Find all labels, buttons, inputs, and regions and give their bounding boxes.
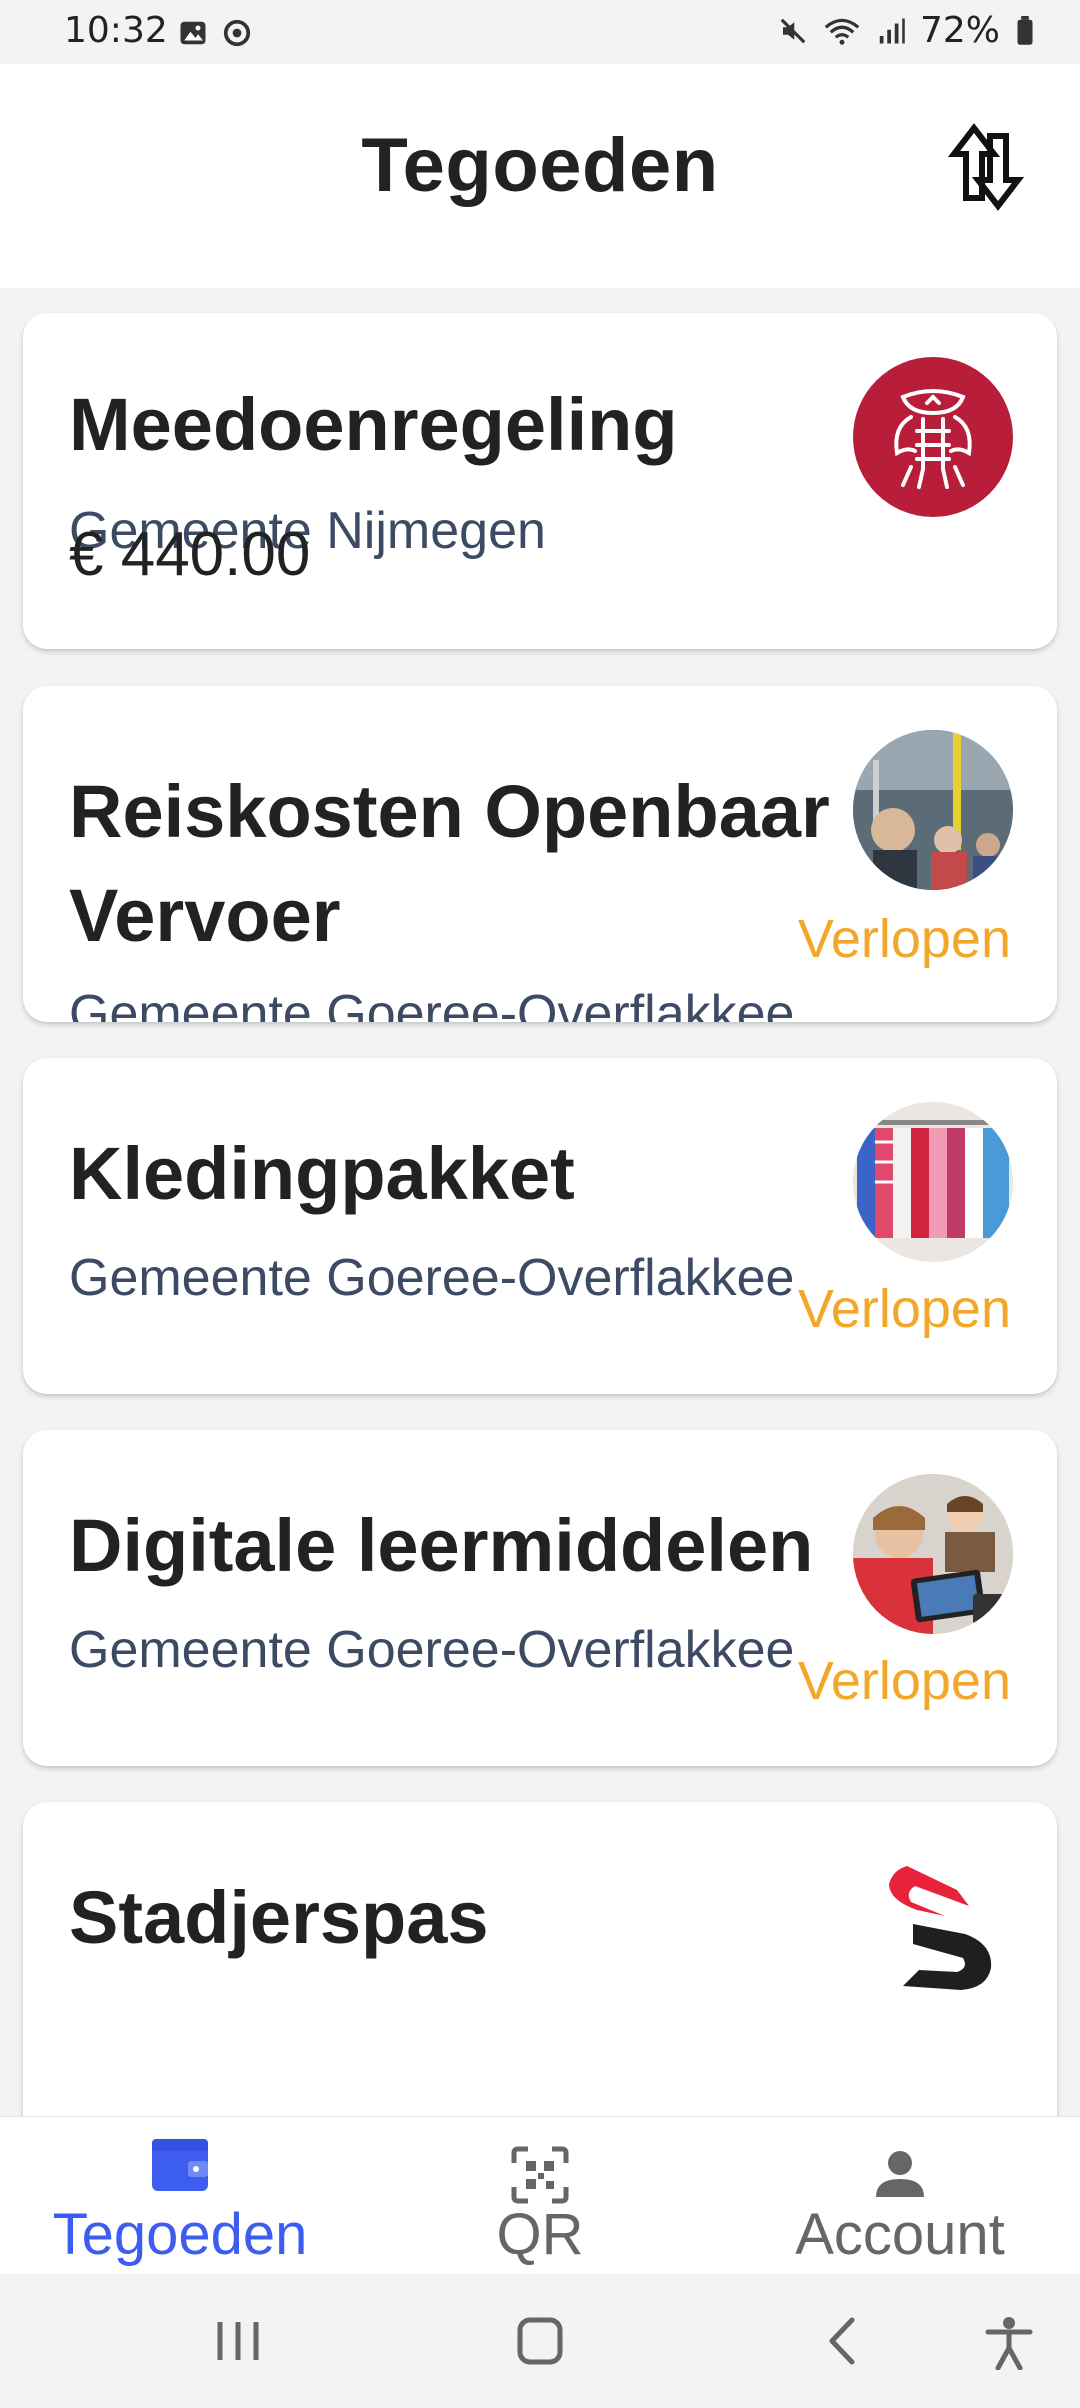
gemeente-nijmegen-logo: [853, 357, 1013, 517]
voucher-card-stadjerspas[interactable]: Stadjerspas: [23, 1802, 1057, 2142]
notification-icons: [178, 18, 252, 48]
signal-icon: [879, 18, 905, 43]
card-subtitle: Gemeente Goeree-Overflakkee: [69, 985, 795, 1022]
battery-level: 72%: [919, 10, 1000, 51]
voucher-card-meedoenregeling[interactable]: Meedoenregeling Gemeente Nijmegen € 440.…: [23, 313, 1057, 649]
card-title: Meedoenregeling: [69, 383, 678, 466]
accessibility-icon[interactable]: [984, 2316, 1034, 2370]
system-navigation-bar: [0, 2274, 1080, 2408]
gallery-icon: [180, 21, 206, 45]
back-icon[interactable]: [818, 2316, 866, 2366]
nav-label: Account: [795, 2202, 1005, 2267]
person-icon: [876, 2151, 924, 2197]
nav-label: Tegoeden: [52, 2202, 308, 2267]
sort-arrows-icon: [947, 123, 1025, 211]
status-bar: 10:32 72%: [0, 0, 1080, 64]
status-badge: Verlopen: [797, 1651, 1011, 1711]
sync-icon: [223, 19, 251, 47]
home-icon[interactable]: [514, 2316, 566, 2366]
children-tablets-photo: [853, 1474, 1013, 1634]
recent-apps-icon[interactable]: [210, 2316, 266, 2366]
clothing-rack-photo: [853, 1102, 1013, 1262]
voucher-card-reiskosten[interactable]: Reiskosten Openbaar Vervoer Gemeente Goe…: [23, 686, 1057, 1022]
voucher-card-kledingpakket[interactable]: Kledingpakket Gemeente Goeree-Overflakke…: [23, 1058, 1057, 1394]
card-subtitle: Gemeente Goeree-Overflakkee: [69, 1621, 795, 1679]
sort-button[interactable]: [946, 122, 1026, 212]
card-amount: € 440.00: [69, 520, 311, 589]
card-subtitle: Gemeente Goeree-Overflakkee: [69, 1249, 795, 1307]
status-time: 10:32: [64, 10, 168, 51]
status-badge: Verlopen: [797, 1279, 1011, 1339]
stadjerspas-logo: [853, 1846, 1013, 2006]
wallet-icon: [152, 2139, 208, 2191]
nav-tab-qr[interactable]: QR: [360, 2117, 720, 2275]
public-transport-photo: [853, 730, 1013, 890]
system-icons: 72%: [778, 10, 1036, 51]
qr-scan-icon: [511, 2146, 569, 2204]
nav-label: QR: [496, 2202, 584, 2267]
nav-tab-tegoeden[interactable]: Tegoeden: [0, 2117, 360, 2275]
card-title: Kledingpakket: [69, 1132, 575, 1215]
bottom-navigation: Tegoeden QR Account: [0, 2116, 1080, 2275]
card-title: Stadjerspas: [69, 1876, 489, 1959]
mute-icon: [780, 18, 806, 43]
battery-icon: [1017, 15, 1033, 45]
app-header: Tegoeden: [0, 64, 1080, 288]
wifi-icon: [824, 18, 860, 45]
page-title: Tegoeden: [361, 123, 719, 208]
status-badge: Verlopen: [797, 909, 1011, 969]
nav-tab-account[interactable]: Account: [720, 2117, 1080, 2275]
card-title: Digitale leermiddelen: [69, 1504, 814, 1587]
voucher-card-digitale-leermiddelen[interactable]: Digitale leermiddelen Gemeente Goeree-Ov…: [23, 1430, 1057, 1766]
